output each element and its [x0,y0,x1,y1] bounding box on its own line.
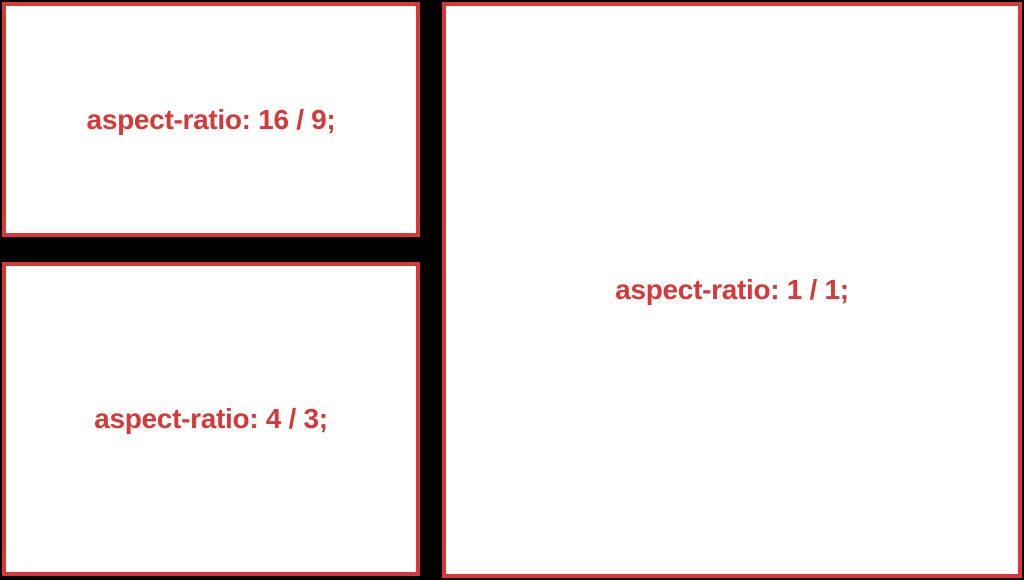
aspect-ratio-label-1-1: aspect-ratio: 1 / 1; [615,274,849,306]
aspect-ratio-label-16-9: aspect-ratio: 16 / 9; [87,104,336,136]
aspect-ratio-box-16-9: aspect-ratio: 16 / 9; [2,2,420,237]
aspect-ratio-label-4-3: aspect-ratio: 4 / 3; [94,403,328,435]
aspect-ratio-box-4-3: aspect-ratio: 4 / 3; [2,262,420,576]
aspect-ratio-box-1-1: aspect-ratio: 1 / 1; [442,2,1022,578]
